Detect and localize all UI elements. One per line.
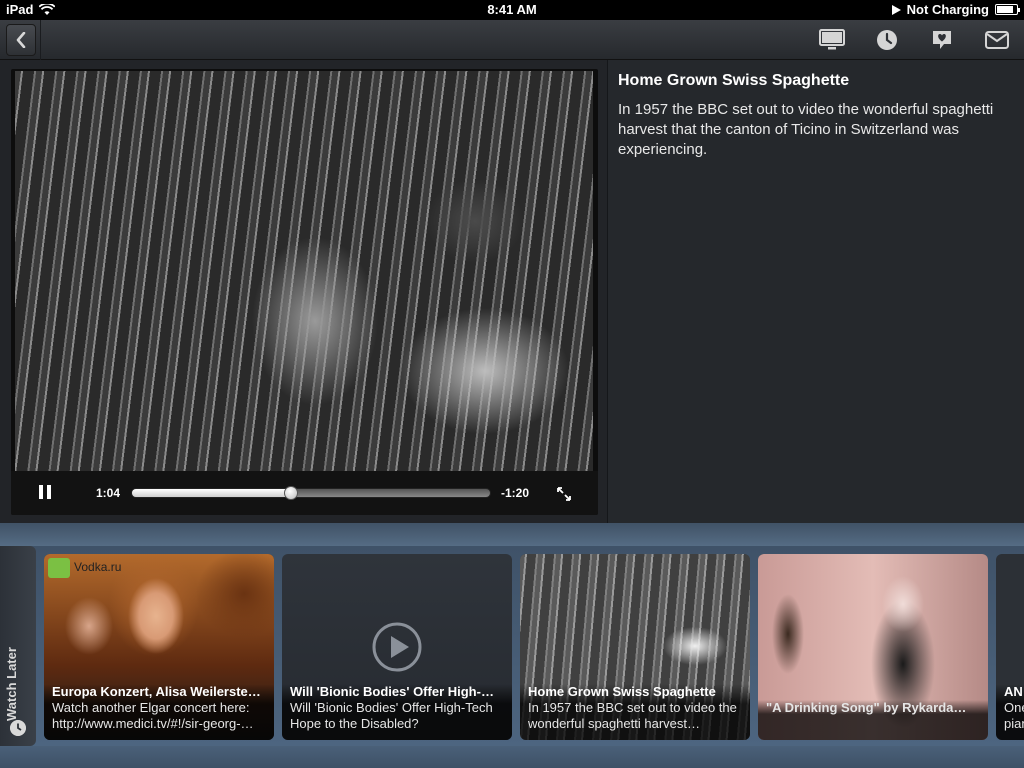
video-card[interactable]: Will 'Bionic Bodies' Offer High-… Will '…	[282, 554, 512, 740]
card-caption: "A Drinking Song" by Rykarda…	[758, 700, 988, 740]
watch-later-button[interactable]	[859, 20, 914, 60]
charging-status: Not Charging	[906, 2, 989, 17]
status-bar: iPad 8:41 AM Not Charging	[0, 0, 1024, 20]
tv-icon	[818, 29, 845, 50]
card-caption: Home Grown Swiss Spaghette In 1957 the B…	[520, 684, 750, 740]
card-title: AN	[1004, 684, 1023, 699]
card-caption: Will 'Bionic Bodies' Offer High-… Will '…	[282, 684, 512, 740]
play-icon	[372, 622, 422, 672]
card-title: Will 'Bionic Bodies' Offer High-…	[290, 684, 494, 699]
video-player[interactable]: 1:04 -1:20	[11, 69, 598, 515]
airplay-button[interactable]	[804, 20, 859, 60]
card-description: In 1957 the BBC set out to video the won…	[528, 700, 737, 731]
video-card[interactable]: Home Grown Swiss Spaghette In 1957 the B…	[520, 554, 750, 740]
scrubber-knob[interactable]	[283, 486, 298, 500]
play-indicator-icon	[891, 4, 901, 15]
video-card[interactable]: AN One pian	[996, 554, 1024, 740]
elapsed-time: 1:04	[96, 486, 121, 500]
back-button[interactable]	[6, 24, 36, 56]
card-description: Will 'Bionic Bodies' Offer High-Tech Hop…	[290, 700, 493, 731]
video-description: In 1957 the BBC set out to video the won…	[618, 101, 994, 158]
share-email-button[interactable]	[969, 20, 1024, 60]
shelf-bottom-edge	[0, 746, 1024, 768]
heart-icon	[932, 31, 951, 49]
card-description: "A Drinking Song" by Rykarda…	[766, 700, 967, 715]
video-card[interactable]: "A Drinking Song" by Rykarda…	[758, 554, 988, 740]
progress-scrubber[interactable]	[131, 486, 491, 500]
video-card[interactable]: Vodka.ru Europa Konzert, Alisa Weilerste…	[44, 554, 274, 740]
watch-later-shelf: Watch Later Vodka.ru Europa Konzert, Ali…	[0, 546, 1024, 746]
shelf-top-edge	[0, 523, 1024, 546]
fullscreen-icon[interactable]	[556, 486, 572, 502]
battery-icon	[995, 4, 1020, 15]
card-title: Europa Konzert, Alisa Weilerste…	[52, 684, 261, 699]
clock-icon	[876, 30, 897, 50]
remaining-time: -1:20	[501, 486, 530, 500]
card-description: Watch another Elgar concert here: http:/…	[52, 700, 254, 731]
source-badge-label: Vodka.ru	[74, 560, 122, 574]
toolbar-divider	[40, 20, 41, 60]
progress-played	[132, 489, 291, 497]
main-content: 1:04 -1:20 Home Grown Swiss Spaghette In…	[0, 60, 1024, 523]
info-pane: Home Grown Swiss Spaghette In 1957 the B…	[609, 60, 1024, 523]
clock-icon	[10, 720, 26, 736]
pause-button[interactable]	[39, 485, 55, 501]
toolbar	[0, 20, 1024, 60]
watch-later-tab[interactable]: Watch Later	[0, 546, 36, 746]
battery-fill	[997, 6, 1013, 13]
video-title: Home Grown Swiss Spaghette	[618, 72, 850, 89]
back-icon	[16, 32, 26, 48]
watch-later-label: Watch Later	[4, 647, 19, 721]
video-frame[interactable]	[15, 71, 593, 471]
like-button[interactable]	[914, 20, 969, 60]
clock-label: 8:41 AM	[487, 2, 537, 17]
card-description: One pian	[1004, 700, 1024, 731]
card-caption: Europa Konzert, Alisa Weilerste… Watch a…	[44, 684, 274, 740]
source-badge-icon	[48, 558, 70, 578]
mail-icon	[984, 31, 1009, 49]
video-controls: 1:04 -1:20	[11, 471, 598, 515]
video-pane: 1:04 -1:20	[0, 60, 608, 523]
video-card-list: Vodka.ru Europa Konzert, Alisa Weilerste…	[44, 554, 1024, 740]
card-caption: AN One pian	[996, 684, 1024, 740]
card-title: Home Grown Swiss Spaghette	[528, 684, 716, 699]
